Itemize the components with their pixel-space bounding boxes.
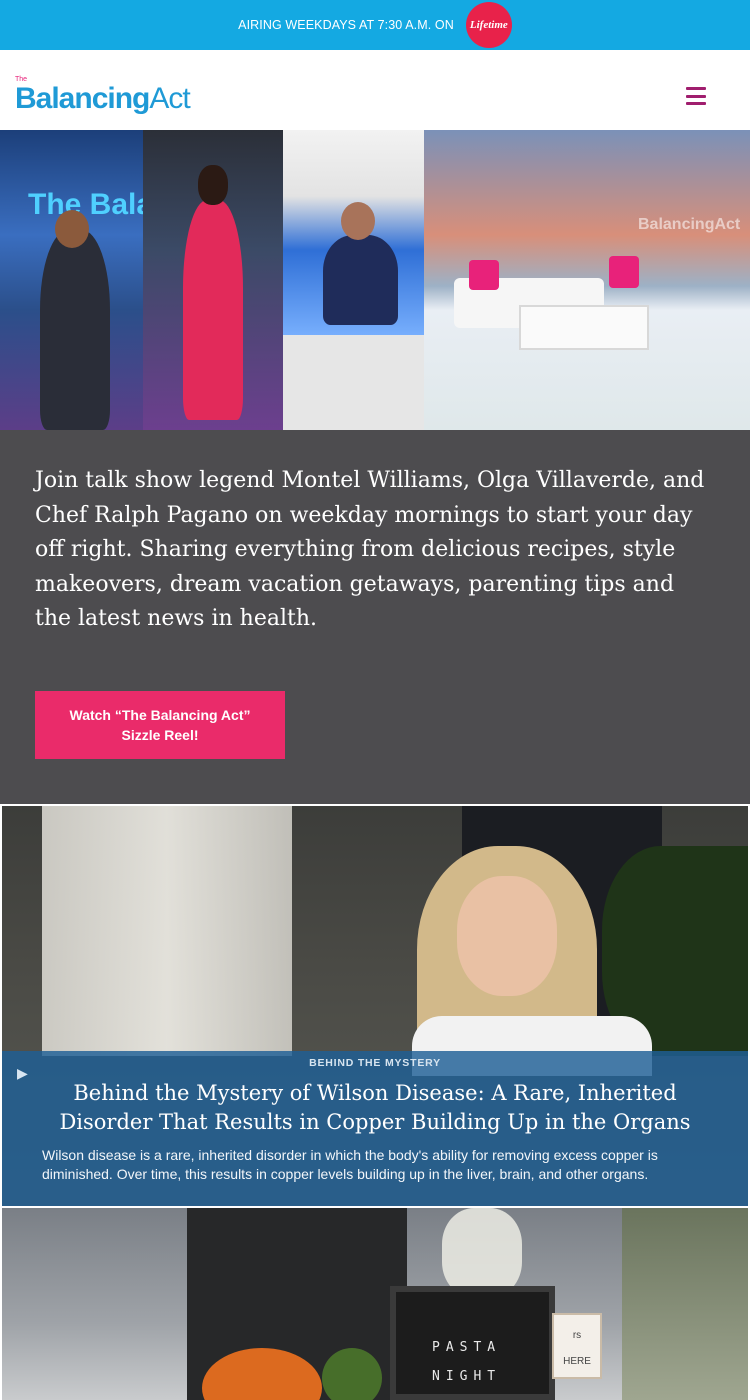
host-head — [55, 210, 89, 248]
logo-wordmark: BalancingAct — [15, 82, 191, 116]
host-head — [198, 165, 228, 205]
hamburger-icon[interactable] — [686, 87, 712, 105]
host-figure — [40, 230, 110, 430]
letter-board-line1: PASTA — [432, 1340, 502, 1355]
coffee-table — [519, 305, 649, 350]
lifetime-logo-text: Lifetime — [469, 19, 508, 31]
sizzle-reel-button[interactable]: Watch “The Balancing Act” Sizzle Reel! — [35, 691, 285, 759]
intro-section: Join talk show legend Montel Williams, O… — [0, 430, 750, 804]
lifetime-network-logo[interactable]: Lifetime — [465, 2, 512, 48]
airing-schedule-text: AIRING WEEKDAYS AT 7:30 A.M. ON — [238, 18, 454, 32]
feature-description: Wilson disease is a rare, inherited diso… — [42, 1147, 658, 1182]
feature-caption-overlay: ▶ BEHIND THE MYSTERY Behind the Mystery … — [2, 1051, 748, 1206]
hero-banner-image: The Balancin BalancingAct — [0, 130, 750, 430]
intro-description: Join talk show legend Montel Williams, O… — [35, 468, 705, 631]
feature-card-wilson-disease[interactable]: ▶ BEHIND THE MYSTERY Behind the Mystery … — [2, 806, 748, 1206]
logo-act-text: Act — [149, 82, 190, 115]
hero-panel-montel: The Balancin — [0, 130, 143, 430]
feature-card-pasta-night[interactable]: PASTA NIGHT rs HERE — [2, 1208, 748, 1400]
letter-board: PASTA NIGHT — [390, 1286, 555, 1400]
letter-board-line2: NIGHT — [432, 1369, 502, 1384]
pillow — [469, 260, 499, 290]
airing-banner: AIRING WEEKDAYS AT 7:30 A.M. ON Lifetime — [0, 0, 750, 50]
logo-balancing-text: Balancing — [15, 82, 150, 115]
orchid-plant — [442, 1208, 522, 1298]
decor-sign: rs HERE — [552, 1313, 602, 1379]
interviewee-face — [457, 876, 557, 996]
host-figure — [183, 200, 243, 420]
feature-category: BEHIND THE MYSTERY — [309, 1057, 441, 1069]
host-head — [341, 202, 375, 240]
decor-sign-line2: HERE — [563, 1356, 591, 1367]
balancing-act-logo[interactable]: The BalancingAct — [15, 76, 195, 120]
pillow — [609, 256, 639, 288]
menu-bar — [686, 87, 706, 90]
site-header: The BalancingAct — [0, 50, 750, 130]
menu-bar — [686, 94, 706, 98]
background-plant — [622, 1208, 748, 1400]
hero-panel-set: BalancingAct — [424, 130, 750, 430]
hero-panel-olga — [143, 130, 283, 430]
feature-title[interactable]: Behind the Mystery of Wilson Disease: A … — [42, 1079, 708, 1137]
host-figure — [323, 235, 398, 325]
set-wall-logo: BalancingAct — [638, 216, 741, 233]
menu-bar — [686, 102, 706, 105]
kitchen-counter — [283, 335, 424, 430]
decor-sign-line1: rs — [572, 1330, 582, 1341]
background-window — [42, 806, 292, 1056]
broccoli — [322, 1348, 382, 1400]
hero-panel-chef — [283, 130, 424, 430]
